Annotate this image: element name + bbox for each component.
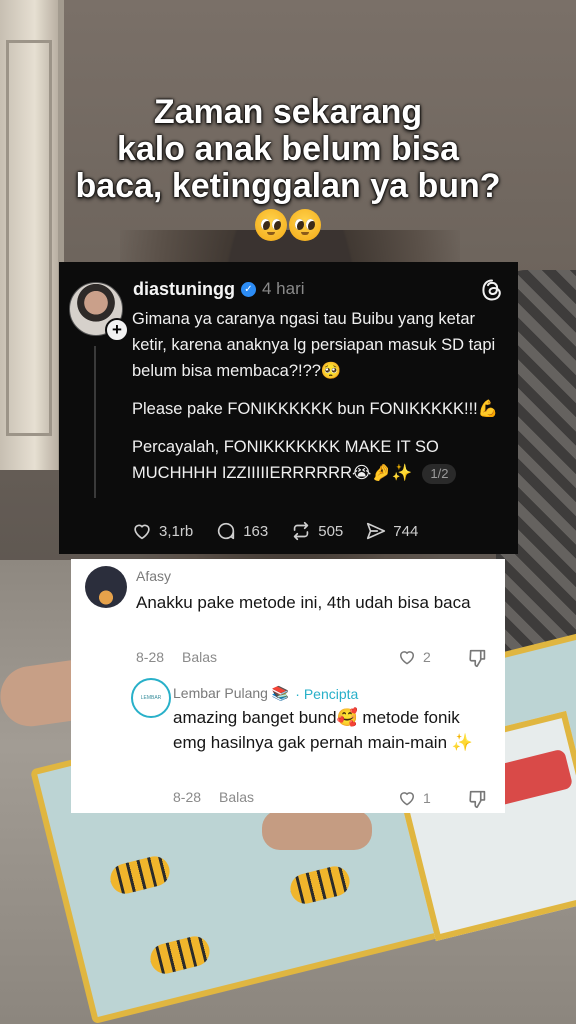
reply-like-button[interactable]: 1 [397,788,431,808]
share-button[interactable]: 744 [365,520,418,542]
repost-icon [293,521,309,541]
comment-text: Anakku pake metode ini, 4th udah bisa ba… [136,593,471,612]
reply-like-count: 1 [423,790,431,806]
threads-post-card: + diastuningg ✓ 4 hari Gimana ya caranya… [59,262,518,554]
threads-logo-icon [482,279,501,301]
reply-author-row: Lembar Pulang 📚 · Pencipta [173,685,358,702]
creator-badge: · Pencipta [295,685,359,702]
repost-button[interactable]: 505 [290,520,343,542]
headline-line-3: baca, ketinggalan ya bun? [75,167,501,205]
post-header: diastuningg ✓ 4 hari [133,278,305,300]
headline: Zaman sekarang kalo anak belum bisa baca… [0,94,576,242]
post-paragraph-3-wrap: Percayalah, FONIKKKKKKK MAKE IT SO MUCHH… [132,434,504,486]
reply-date: 8-28 [173,789,202,805]
thread-line [94,346,96,498]
dislike-icon[interactable] [467,788,489,810]
post-paragraph-2: Please pake FONIKKKKKK bun FONIKKKKK!!!💪 [132,400,499,418]
comment-icon [218,522,235,540]
heart-icon [399,651,415,665]
repost-count: 505 [318,522,344,540]
like-count: 3,1rb [159,522,194,540]
pleading-face-emojis [0,205,576,242]
post-actions: 3,1rb 163 505 744 [131,520,418,542]
comments-card: Afasy Anakku pake metode ini, 4th udah b… [71,559,505,813]
reply-reply-button[interactable]: Balas [219,789,254,805]
comment-meta: 8-28 Balas [136,649,217,665]
post-body: Gimana ya caranya ngasi tau Buibu yang k… [132,306,504,486]
background-hand [262,810,372,850]
page-indicator[interactable]: 1/2 [422,463,457,484]
dislike-icon[interactable] [467,647,489,669]
comment-reply-button[interactable]: Balas [182,649,217,665]
verified-icon: ✓ [241,281,256,297]
headline-line-1: Zaman sekarang [153,93,423,131]
pleading-face-icon [255,209,287,242]
heart-icon [134,524,150,540]
share-icon [367,522,386,540]
heart-icon [399,792,415,806]
comment-like-button[interactable]: 2 [397,647,431,667]
post-paragraph-1: Gimana ya caranya ngasi tau Buibu yang k… [132,310,496,380]
plus-icon[interactable]: + [105,318,129,342]
post-time: 4 hari [262,279,305,298]
reply-button[interactable]: 163 [215,520,268,542]
post-username[interactable]: diastuningg [133,279,235,300]
like-button[interactable]: 3,1rb [131,520,193,542]
reply-author[interactable]: Lembar Pulang 📚 [173,685,289,702]
avatar[interactable] [85,566,127,608]
reply-text: amazing banget bund🥰 metode fonik emg ha… [173,708,473,752]
comment-like-count: 2 [423,649,431,665]
comment-author[interactable]: Afasy [136,568,171,584]
share-count: 744 [393,522,419,540]
reply-count: 163 [243,522,269,540]
reply-meta: 8-28 Balas [173,789,254,805]
pleading-face-icon [289,209,321,242]
headline-line-2: kalo anak belum bisa [116,130,460,168]
avatar[interactable]: LEMBAR [131,678,171,718]
post-paragraph-3: Percayalah, FONIKKKKKKK MAKE IT SO MUCHH… [132,438,439,482]
comment-date: 8-28 [136,649,165,665]
